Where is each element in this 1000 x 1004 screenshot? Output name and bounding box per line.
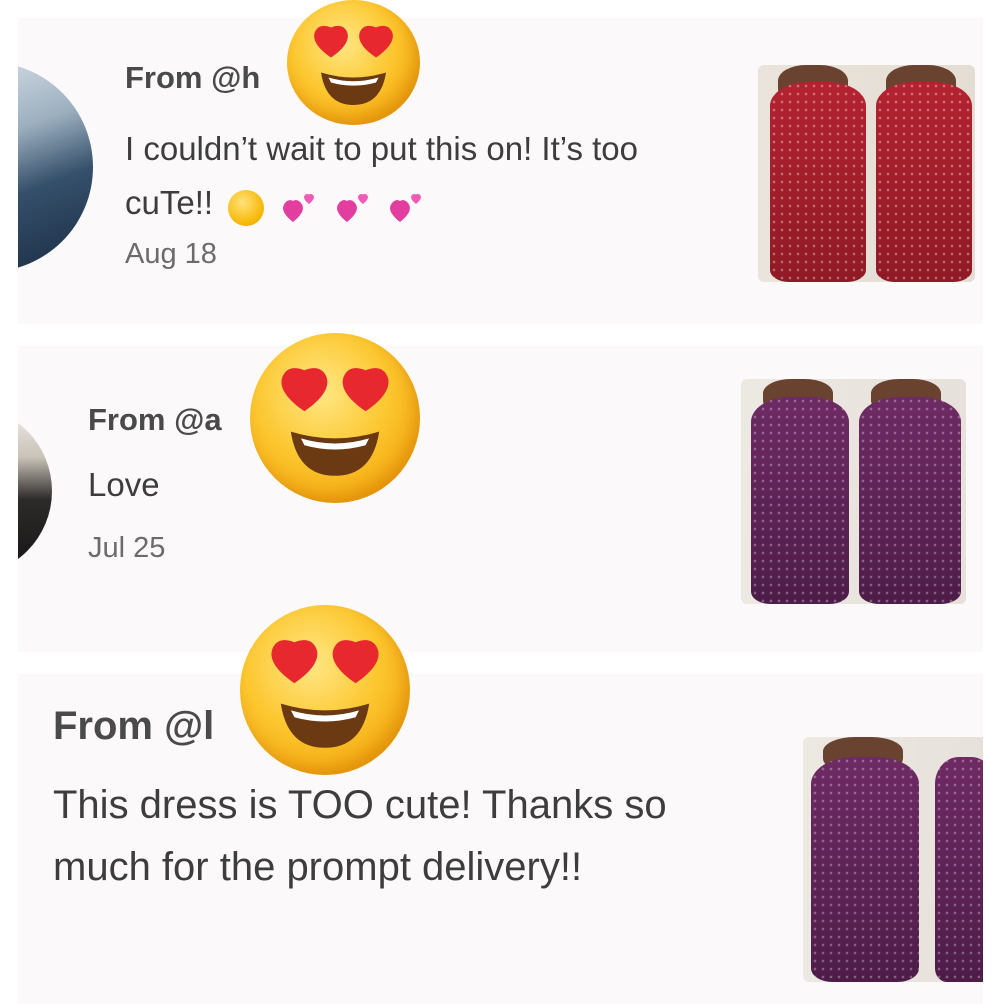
review-photo[interactable]	[741, 379, 966, 604]
reviewer-handle[interactable]: From @h	[125, 60, 260, 96]
two-hearts-icon	[389, 193, 421, 222]
dress-right	[876, 82, 972, 282]
reviewer-avatar[interactable]	[18, 406, 52, 576]
review-card[interactable]: From @h I couldn’t wait to put this on! …	[18, 18, 983, 324]
smiling-face-with-hearts-icon	[228, 189, 265, 226]
review-card[interactable]: From @l This dress is TOO cute! Thanks s…	[18, 674, 983, 1004]
reviewer-handle[interactable]: From @l	[53, 704, 214, 749]
review-message: Love	[88, 466, 160, 503]
heart-eyes-emoji-icon	[287, 0, 420, 125]
review-photo[interactable]	[758, 65, 975, 282]
dress-left	[770, 82, 866, 282]
two-hearts-icon	[336, 193, 368, 222]
dress-left	[811, 756, 919, 982]
heart-eyes-face	[271, 640, 379, 748]
reviewer-handle[interactable]: From @a	[88, 402, 222, 438]
review-card[interactable]: From @a Love Jul 25	[18, 346, 983, 652]
review-date: Jul 25	[88, 532, 166, 564]
review-photo[interactable]	[803, 737, 983, 982]
review-message: This dress is TOO cute! Thanks so much f…	[53, 783, 667, 889]
emoji-group	[228, 178, 430, 232]
heart-eyes-emoji-icon	[250, 333, 420, 503]
heart-eyes-emoji-icon	[240, 605, 410, 775]
dress-left	[751, 397, 849, 604]
dress-right	[935, 756, 983, 982]
two-hearts-icon	[283, 193, 315, 222]
reviewer-avatar[interactable]	[18, 62, 93, 272]
dress-right	[859, 397, 961, 604]
review-date: Aug 18	[125, 238, 217, 270]
review-message: I couldn’t wait to put this on! It’s too…	[125, 122, 725, 232]
heart-eyes-face	[314, 25, 393, 105]
heart-eyes-face	[281, 368, 389, 476]
